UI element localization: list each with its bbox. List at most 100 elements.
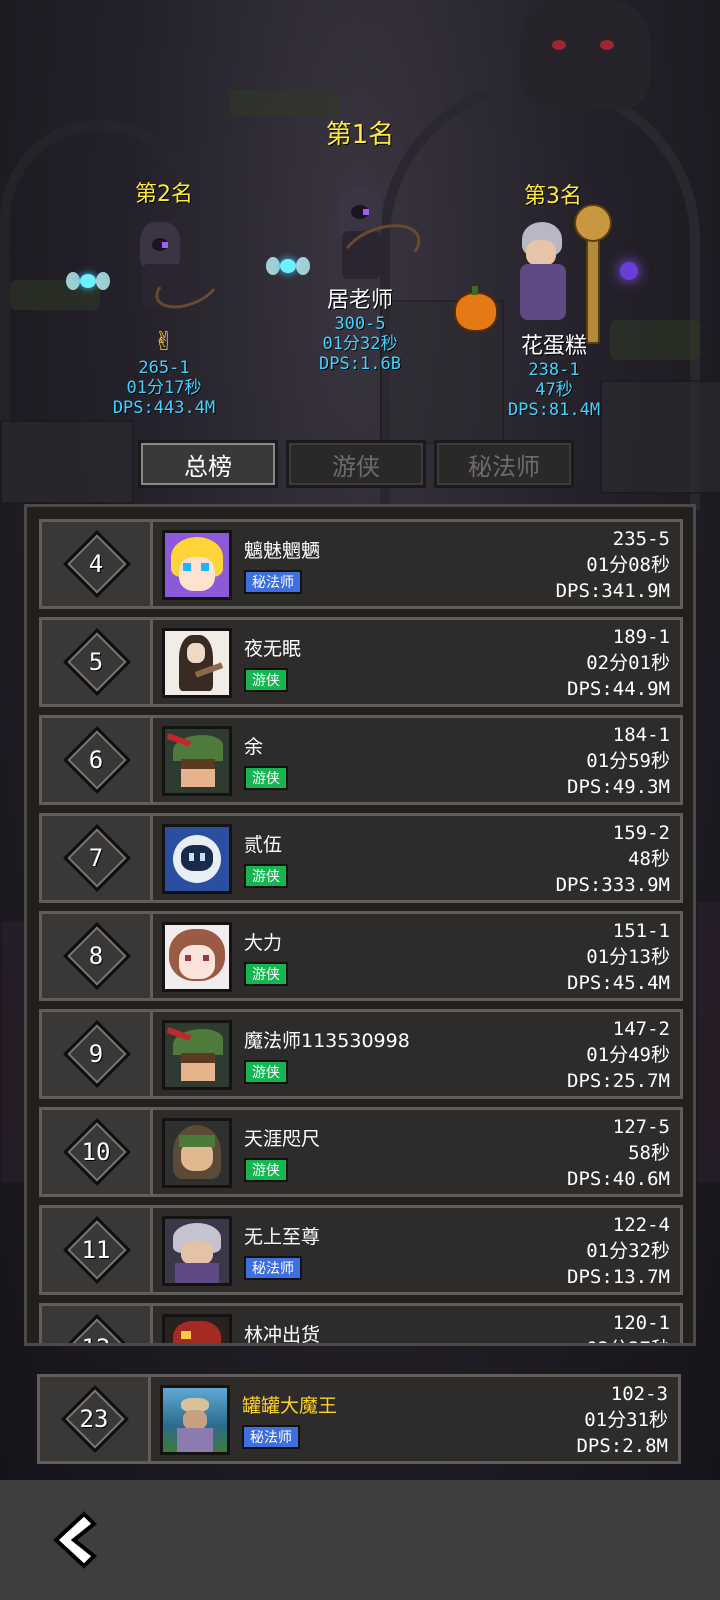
player-time: 01分13秒 (586, 946, 670, 968)
elf-hood-avatar (162, 1118, 232, 1188)
player-level: 102-3 (610, 1383, 668, 1405)
rank-cell: 12 (42, 1306, 153, 1343)
green-hat-avatar (162, 1020, 232, 1090)
player-level: 189-1 (612, 626, 670, 648)
first-place-time: 01分32秒 (322, 334, 398, 354)
red-creature-avatar (162, 1314, 232, 1343)
class-badge: 秘法师 (244, 1256, 302, 1280)
second-place-time: 01分17秒 (126, 378, 202, 398)
mage-hero-sprite (454, 204, 644, 344)
first-place-name: 居老师 (326, 288, 393, 313)
ranger-hero-sprite (266, 151, 430, 291)
player-stats: 189-1 02分01秒 DPS:44.9M (567, 624, 670, 702)
player-dps: DPS:45.4M (567, 972, 670, 994)
player-stats: 122-4 01分32秒 DPS:13.7M (567, 1212, 670, 1290)
player-dps: DPS:341.9M (555, 580, 670, 602)
player-name: 罐罐大魔王 (242, 1395, 338, 1417)
fairy-pet (266, 255, 310, 277)
player-name: 夜无眠 (244, 638, 302, 660)
player-stats: 120-1 02分27秒 (586, 1310, 670, 1343)
tab-mage[interactable]: 秘法师 (434, 440, 574, 488)
robot-avatar (162, 824, 232, 894)
leaderboard-row[interactable]: 6 余游侠 184-1 01分59秒 DPS:49.3M (39, 715, 683, 805)
class-badge: 游侠 (244, 668, 288, 692)
player-name: 余 (244, 736, 264, 758)
rank-cell: 9 (42, 1012, 153, 1096)
leaderboard-list[interactable]: 4 魑魅魍魉 秘法师 235-5 01分08秒 DPS:341.9M 5 夜无眠 游侠 189-1… (24, 504, 696, 1346)
class-badge: 游侠 (244, 864, 288, 888)
player-name: 天涯咫尺 (244, 1128, 321, 1150)
rank-cell: 5 (42, 620, 153, 704)
player-level: 159-2 (612, 822, 670, 844)
leaderboard-row[interactable]: 4 魑魅魍魉 秘法师 235-5 01分08秒 DPS:341.9M (39, 519, 683, 609)
rank-number: 10 (81, 1138, 111, 1166)
player-time: 01分08秒 (586, 554, 670, 576)
player-time: 48秒 (628, 848, 670, 870)
rank-number: 7 (88, 844, 104, 872)
leaderboard-row[interactable]: 12 林冲出货 120-1 02分27秒 (39, 1303, 683, 1343)
rank-number: 6 (88, 746, 104, 774)
player-level: 127-5 (612, 1116, 670, 1138)
leaderboard-row[interactable]: 7 贰伍 游侠 159-2 48秒 DPS:333.9M (39, 813, 683, 903)
second-place-level: 265-1 (138, 358, 190, 378)
third-place-dps: DPS:81.4M (507, 400, 601, 420)
tab-ranger[interactable]: 游侠 (286, 440, 426, 488)
player-level: 184-1 (612, 724, 670, 746)
wall-block (0, 420, 134, 504)
third-place-name: 花蛋糕 (520, 334, 587, 359)
rank-cell: 8 (42, 914, 153, 998)
white-hair-avatar (162, 1216, 232, 1286)
leaderboard-row[interactable]: 8 大力游侠 151-1 01分13秒 DPS:45.4M (39, 911, 683, 1001)
rank-number: 5 (88, 648, 104, 676)
leaderboard-row[interactable]: 9 魔法师113530998 游侠 147-2 01分49秒 DPS:25.7M (39, 1009, 683, 1099)
green-hat-avatar (162, 726, 232, 796)
player-name: 大力 (244, 932, 283, 954)
podium-first[interactable]: 第1名 (266, 114, 430, 291)
back-button[interactable] (50, 1510, 100, 1570)
player-name: 贰伍 (244, 834, 283, 856)
my-rank-row[interactable]: 23 罐罐大魔王 秘法师 102-3 01分31秒 DPS:2.8M (37, 1374, 681, 1464)
third-place-time: 47秒 (535, 380, 573, 400)
podium-second[interactable]: 第2名 (66, 176, 234, 317)
podium-third[interactable]: 第3名 (454, 178, 638, 344)
player-level: 151-1 (612, 920, 670, 942)
player-stats: 147-2 01分49秒 DPS:25.7M (567, 1016, 670, 1094)
player-time: 58秒 (628, 1142, 670, 1164)
player-time: 01分32秒 (586, 1240, 670, 1262)
player-dps: DPS:25.7M (567, 1070, 670, 1092)
victory-hand-icon: ✌ (153, 327, 175, 357)
player-time: 01分31秒 (584, 1409, 668, 1431)
player-stats: 151-1 01分13秒 DPS:45.4M (567, 918, 670, 996)
player-stats: 127-5 58秒 DPS:40.6M (567, 1114, 670, 1192)
leaderboard-row[interactable]: 5 夜无眠 游侠 189-1 02分01秒 DPS:44.9M (39, 617, 683, 707)
player-level: 235-5 (612, 528, 670, 550)
class-badge: 游侠 (244, 962, 288, 986)
rank-cell: 4 (42, 522, 153, 606)
leaderboard-row[interactable]: 10 天涯咫尺 游侠 127-5 58秒 DPS:40.6M (39, 1107, 683, 1197)
player-name: 魔法师113530998 (244, 1030, 410, 1052)
tab-overall[interactable]: 总榜 (138, 440, 278, 488)
fairy-pet (66, 270, 110, 292)
player-name: 无上至尊 (244, 1226, 321, 1248)
rank-number: 9 (88, 1040, 104, 1068)
first-place-dps: DPS:1.6B (319, 354, 401, 374)
player-stats: 235-5 01分08秒 DPS:341.9M (556, 526, 670, 604)
leaderboard-tabs: 总榜 游侠 秘法师 (138, 440, 574, 488)
player-time: 01分59秒 (586, 750, 670, 772)
player-level: 147-2 (612, 1018, 670, 1040)
class-badge: 游侠 (244, 1060, 288, 1084)
photo-avatar (160, 1385, 230, 1455)
pumpkin-pet (454, 286, 498, 332)
rune-wall (696, 900, 720, 1184)
first-place-title: 第1名 (325, 120, 395, 150)
player-dps: DPS:40.6M (567, 1168, 670, 1190)
rank-number: 8 (88, 942, 104, 970)
rank-cell: 10 (42, 1110, 153, 1194)
player-time: 01分49秒 (586, 1044, 670, 1066)
leaderboard-row[interactable]: 11 无上至尊 秘法师 122-4 01分32秒 DPS:13.7M (39, 1205, 683, 1295)
anime-girl-avatar (162, 530, 232, 600)
third-place-title: 第3名 (524, 184, 582, 209)
moss (230, 90, 340, 116)
player-time: 02分01秒 (586, 652, 670, 674)
second-place-dps: DPS:443.4M (112, 398, 216, 418)
